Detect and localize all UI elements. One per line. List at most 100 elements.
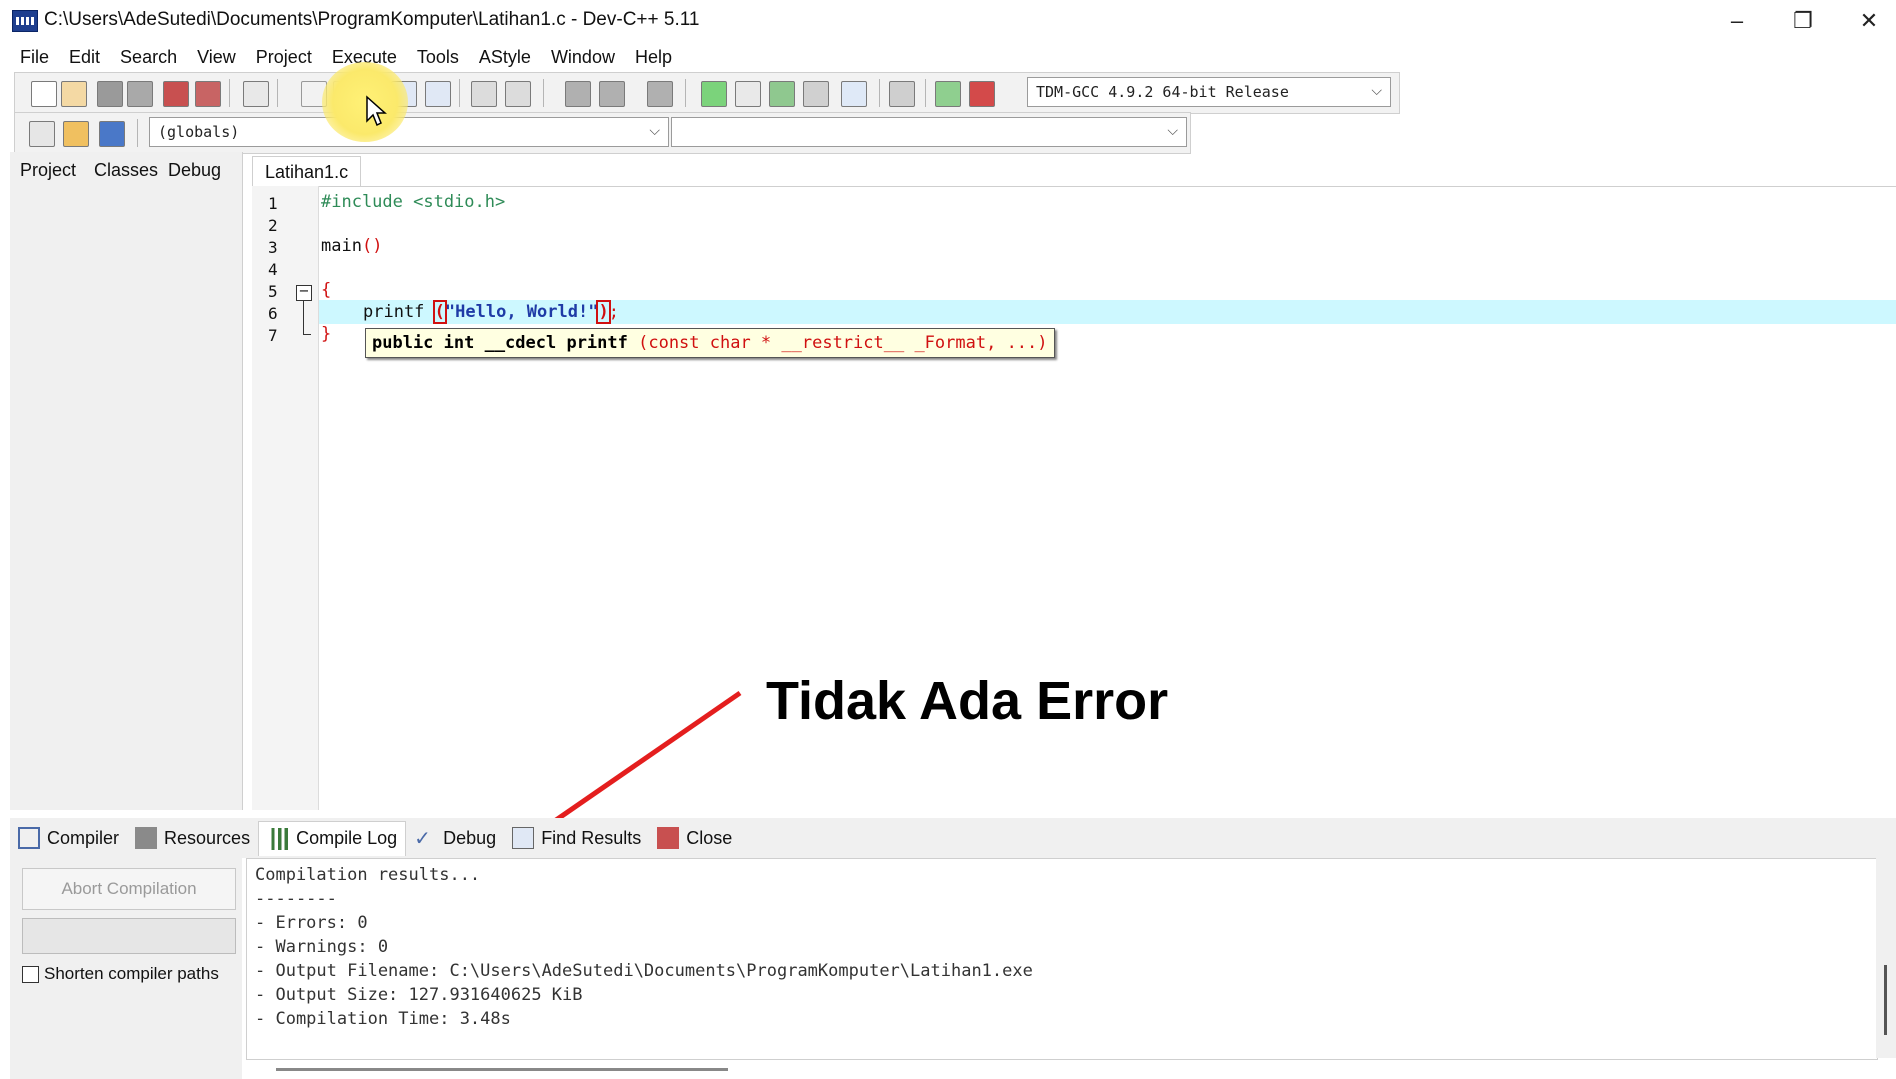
log-line: --------: [255, 889, 337, 909]
close-all-icon[interactable]: [195, 81, 221, 107]
open-file-icon[interactable]: [61, 81, 87, 107]
tab-find-results[interactable]: Find Results: [504, 821, 649, 855]
tab-compile-log[interactable]: Compile Log: [258, 820, 407, 856]
tab-close-label: Close: [686, 827, 733, 848]
member-select[interactable]: ⌵: [671, 117, 1187, 147]
title-bar: C:\Users\AdeSutedi\Documents\ProgramKomp…: [0, 0, 1896, 42]
window-title: C:\Users\AdeSutedi\Documents\ProgramKomp…: [44, 9, 700, 30]
stop-execution-icon[interactable]: [889, 81, 915, 107]
close-window-button[interactable]: ✕: [1836, 0, 1896, 42]
close-file-icon[interactable]: [163, 81, 189, 107]
menu-file[interactable]: File: [10, 47, 59, 68]
project-options-icon[interactable]: [647, 81, 673, 107]
tab-resources-label: Resources: [164, 827, 251, 848]
insert-icon[interactable]: [29, 121, 55, 147]
class-toolbar: (globals) ⌵ ⌵: [14, 112, 1191, 154]
bookmark-icon[interactable]: [505, 81, 531, 107]
rebuild-all-icon[interactable]: [803, 81, 829, 107]
main-toolbar: TDM-GCC 4.9.2 64-bit Release ⌵: [14, 72, 1400, 114]
new-file-icon[interactable]: [31, 81, 57, 107]
project-panel: Project Classes Debug: [10, 152, 243, 810]
semicolon: ;: [608, 302, 619, 322]
compile-progress-bar: [22, 918, 236, 954]
code-line-7: }: [321, 324, 332, 344]
checkmark-icon: ✓: [414, 826, 431, 850]
shorten-compiler-paths-label: Shorten compiler paths: [44, 964, 219, 983]
tooltip-signature-prefix: public int __cdecl printf: [372, 333, 639, 353]
compile-run-icon[interactable]: [769, 81, 795, 107]
run-icon[interactable]: [735, 81, 761, 107]
menu-bar: File Edit Search View Project Execute To…: [0, 42, 1896, 72]
replace-icon[interactable]: [425, 81, 451, 107]
compile-log-chart-icon: [267, 827, 290, 850]
tab-project[interactable]: Project: [20, 160, 76, 181]
delete-profile-icon[interactable]: [969, 81, 995, 107]
string-literal: "Hello, World!": [444, 302, 599, 322]
resources-icon: [135, 827, 158, 849]
goto-line-icon[interactable]: [471, 81, 497, 107]
save-icon[interactable]: [97, 81, 123, 107]
menu-help[interactable]: Help: [625, 47, 682, 68]
menu-window[interactable]: Window: [541, 47, 625, 68]
tab-find-results-label: Find Results: [541, 827, 642, 848]
line-number: 1: [268, 194, 278, 213]
tab-debug-bottom[interactable]: ✓ Debug: [406, 821, 504, 855]
code-line-5: {: [321, 280, 332, 300]
line-number: 3: [268, 238, 278, 257]
syntax-check-icon[interactable]: [841, 81, 867, 107]
menu-search[interactable]: Search: [110, 47, 187, 68]
tab-compiler[interactable]: Compiler: [10, 821, 127, 855]
tab-debug-label: Debug: [443, 827, 497, 848]
project-tree[interactable]: [10, 186, 242, 810]
profile-icon[interactable]: [935, 81, 961, 107]
save-all-icon[interactable]: [127, 81, 153, 107]
line-number: 4: [268, 260, 278, 279]
bottom-panel-tabs: Compiler Resources Compile Log ✓ Debug F…: [10, 818, 1896, 858]
add-to-project-icon[interactable]: [565, 81, 591, 107]
minimize-button[interactable]: –: [1704, 0, 1770, 42]
line-number: 5: [268, 282, 278, 301]
tab-debug[interactable]: Debug: [168, 160, 221, 181]
shorten-compiler-paths-checkbox[interactable]: Shorten compiler paths: [22, 964, 219, 984]
fold-toggle-icon[interactable]: −: [296, 285, 312, 301]
log-line: - Compilation Time: 3.48s: [255, 1009, 511, 1029]
menu-tools[interactable]: Tools: [407, 47, 469, 68]
scope-select[interactable]: (globals) ⌵: [149, 117, 669, 147]
find-results-icon: [512, 827, 535, 849]
checkbox-box[interactable]: [22, 965, 39, 983]
tab-classes[interactable]: Classes: [94, 160, 158, 181]
close-panel-icon: [657, 827, 680, 849]
line-number: 6: [268, 304, 278, 323]
compiler-select[interactable]: TDM-GCC 4.9.2 64-bit Release ⌵: [1027, 77, 1391, 107]
tab-resources[interactable]: Resources: [127, 821, 258, 855]
log-line: - Warnings: 0: [255, 937, 389, 957]
tab-compile-log-label: Compile Log: [296, 828, 398, 848]
log-scrollbar-thumb[interactable]: [1884, 965, 1887, 1035]
compile-log-output[interactable]: Compilation results... -------- - Errors…: [246, 858, 1878, 1060]
log-horizontal-scrollbar[interactable]: [276, 1068, 728, 1071]
tab-close[interactable]: Close: [649, 821, 740, 855]
line-gutter: 1 2 3 4 5 6 7 −: [252, 186, 319, 810]
line-number: 7: [268, 326, 278, 345]
line-number: 2: [268, 216, 278, 235]
menu-view[interactable]: View: [187, 47, 246, 68]
goto-bookmark-icon[interactable]: [99, 121, 125, 147]
devcpp-app-icon: [12, 10, 38, 32]
menu-astyle[interactable]: AStyle: [469, 47, 541, 68]
compile-icon[interactable]: [701, 81, 727, 107]
toggle-bookmark-icon[interactable]: [63, 121, 89, 147]
tooltip-signature-params: (const char * __restrict__ _Format, ...): [638, 333, 1048, 353]
code-line-1: #include <stdio.h>: [321, 192, 506, 212]
restore-button[interactable]: ❐: [1770, 0, 1836, 42]
menu-edit[interactable]: Edit: [59, 47, 110, 68]
compiler-grid-icon: [18, 827, 40, 849]
print-icon[interactable]: [243, 81, 269, 107]
open-paren: (: [432, 300, 447, 324]
abort-compilation-button[interactable]: Abort Compilation: [22, 868, 236, 910]
mouse-pointer-icon: [366, 95, 387, 127]
remove-from-project-icon[interactable]: [599, 81, 625, 107]
editor-tab-latihan1[interactable]: Latihan1.c: [252, 156, 362, 187]
log-line: - Output Size: 127.931640625 KiB: [255, 985, 583, 1005]
menu-project[interactable]: Project: [246, 47, 322, 68]
log-line: - Errors: 0: [255, 913, 368, 933]
